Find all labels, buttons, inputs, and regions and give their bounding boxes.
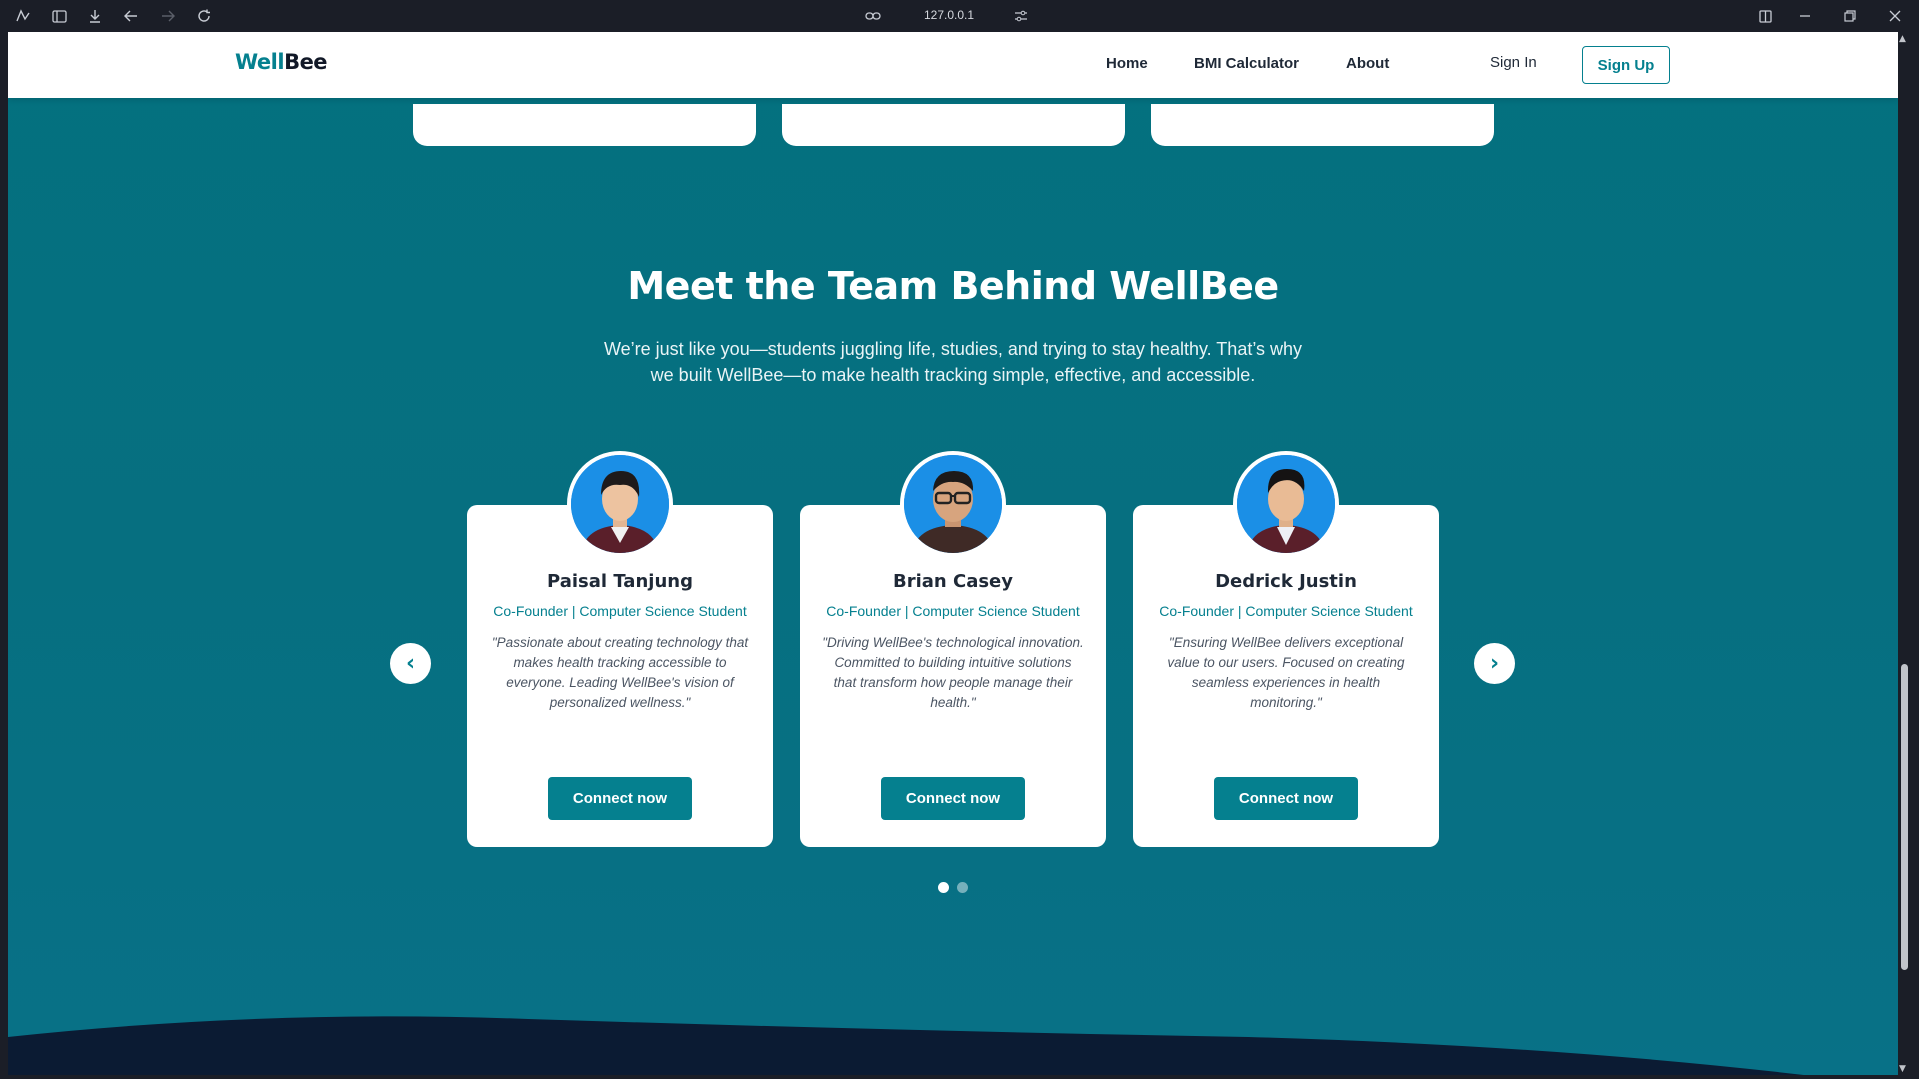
feature-card <box>1151 104 1494 146</box>
connect-button[interactable]: Connect now <box>881 777 1025 820</box>
forward-icon[interactable] <box>159 7 177 25</box>
carousel-next-button[interactable]: › <box>1474 643 1515 684</box>
footer-wave <box>8 1016 1804 1075</box>
nav-link-bmi-calculator[interactable]: BMI Calculator <box>1194 55 1299 72</box>
scrollbar-thumb[interactable] <box>1901 664 1908 970</box>
restore-icon[interactable] <box>1841 7 1859 25</box>
team-card: Paisal Tanjung Co-Founder | Computer Sci… <box>467 451 773 847</box>
section-title: Meet the Team Behind WellBee <box>627 264 1279 308</box>
page-viewport: WellBee Home BMI Calculator About Sign I… <box>8 32 1898 1075</box>
browser-menu-icon[interactable] <box>14 7 32 25</box>
member-quote: "Passionate about creating technology th… <box>491 635 749 710</box>
carousel-dot-2[interactable] <box>957 882 968 893</box>
avatar <box>900 451 1006 557</box>
member-role: Co-Founder | Computer Science Student <box>493 603 747 619</box>
back-icon[interactable] <box>122 7 140 25</box>
team-card: Brian Casey Co-Founder | Computer Scienc… <box>800 451 1106 847</box>
feature-card <box>782 104 1125 146</box>
scroll-down-icon[interactable]: ▼ <box>1899 1064 1906 1074</box>
member-role: Co-Founder | Computer Science Student <box>1159 603 1413 619</box>
member-role: Co-Founder | Computer Science Student <box>826 603 1080 619</box>
reload-icon[interactable] <box>195 7 213 25</box>
logo-text-bee: Bee <box>284 50 328 74</box>
connect-button[interactable]: Connect now <box>1214 777 1358 820</box>
chevron-left-icon: ‹ <box>405 651 416 676</box>
navbar: WellBee Home BMI Calculator About Sign I… <box>8 32 1898 98</box>
sign-in-link[interactable]: Sign In <box>1490 54 1537 71</box>
person-photo-icon <box>904 455 1002 553</box>
section-subtitle: We’re just like you—students juggling li… <box>603 339 1303 385</box>
chevron-right-icon: › <box>1489 651 1500 676</box>
download-icon[interactable] <box>86 7 104 25</box>
nav-link-about[interactable]: About <box>1346 55 1389 72</box>
member-quote: "Ensuring WellBee delivers exceptional v… <box>1167 635 1405 710</box>
sidebar-toggle-icon[interactable] <box>50 7 68 25</box>
address-bar[interactable]: 127.0.0.1 <box>924 8 974 22</box>
connect-button[interactable]: Connect now <box>548 777 692 820</box>
feature-card <box>413 104 756 146</box>
sign-up-button[interactable]: Sign Up <box>1582 46 1670 84</box>
logo[interactable]: WellBee <box>235 50 328 74</box>
carousel-dot-1[interactable] <box>938 882 949 893</box>
carousel-prev-button[interactable]: ‹ <box>390 643 431 684</box>
site-settings-icon[interactable] <box>1012 7 1030 25</box>
person-photo-icon <box>1237 455 1335 553</box>
scroll-up-icon[interactable]: ▲ <box>1899 34 1906 44</box>
member-name: Paisal Tanjung <box>547 571 693 592</box>
avatar <box>567 451 673 557</box>
minimize-icon[interactable] <box>1796 7 1814 25</box>
avatar <box>1233 451 1339 557</box>
link-icon[interactable] <box>864 7 882 25</box>
browser-toolbar: 127.0.0.1 <box>0 0 1919 32</box>
team-card: Dedrick Justin Co-Founder | Computer Sci… <box>1133 451 1439 847</box>
logo-text-well: Well <box>235 50 285 74</box>
member-name: Brian Casey <box>892 571 1013 592</box>
close-icon[interactable] <box>1886 7 1904 25</box>
member-name: Dedrick Justin <box>1215 571 1357 592</box>
person-photo-icon <box>571 455 669 553</box>
nav-link-home[interactable]: Home <box>1106 55 1148 72</box>
split-view-icon[interactable] <box>1756 7 1774 25</box>
member-quote: "Driving WellBee's technological innovat… <box>822 635 1084 710</box>
